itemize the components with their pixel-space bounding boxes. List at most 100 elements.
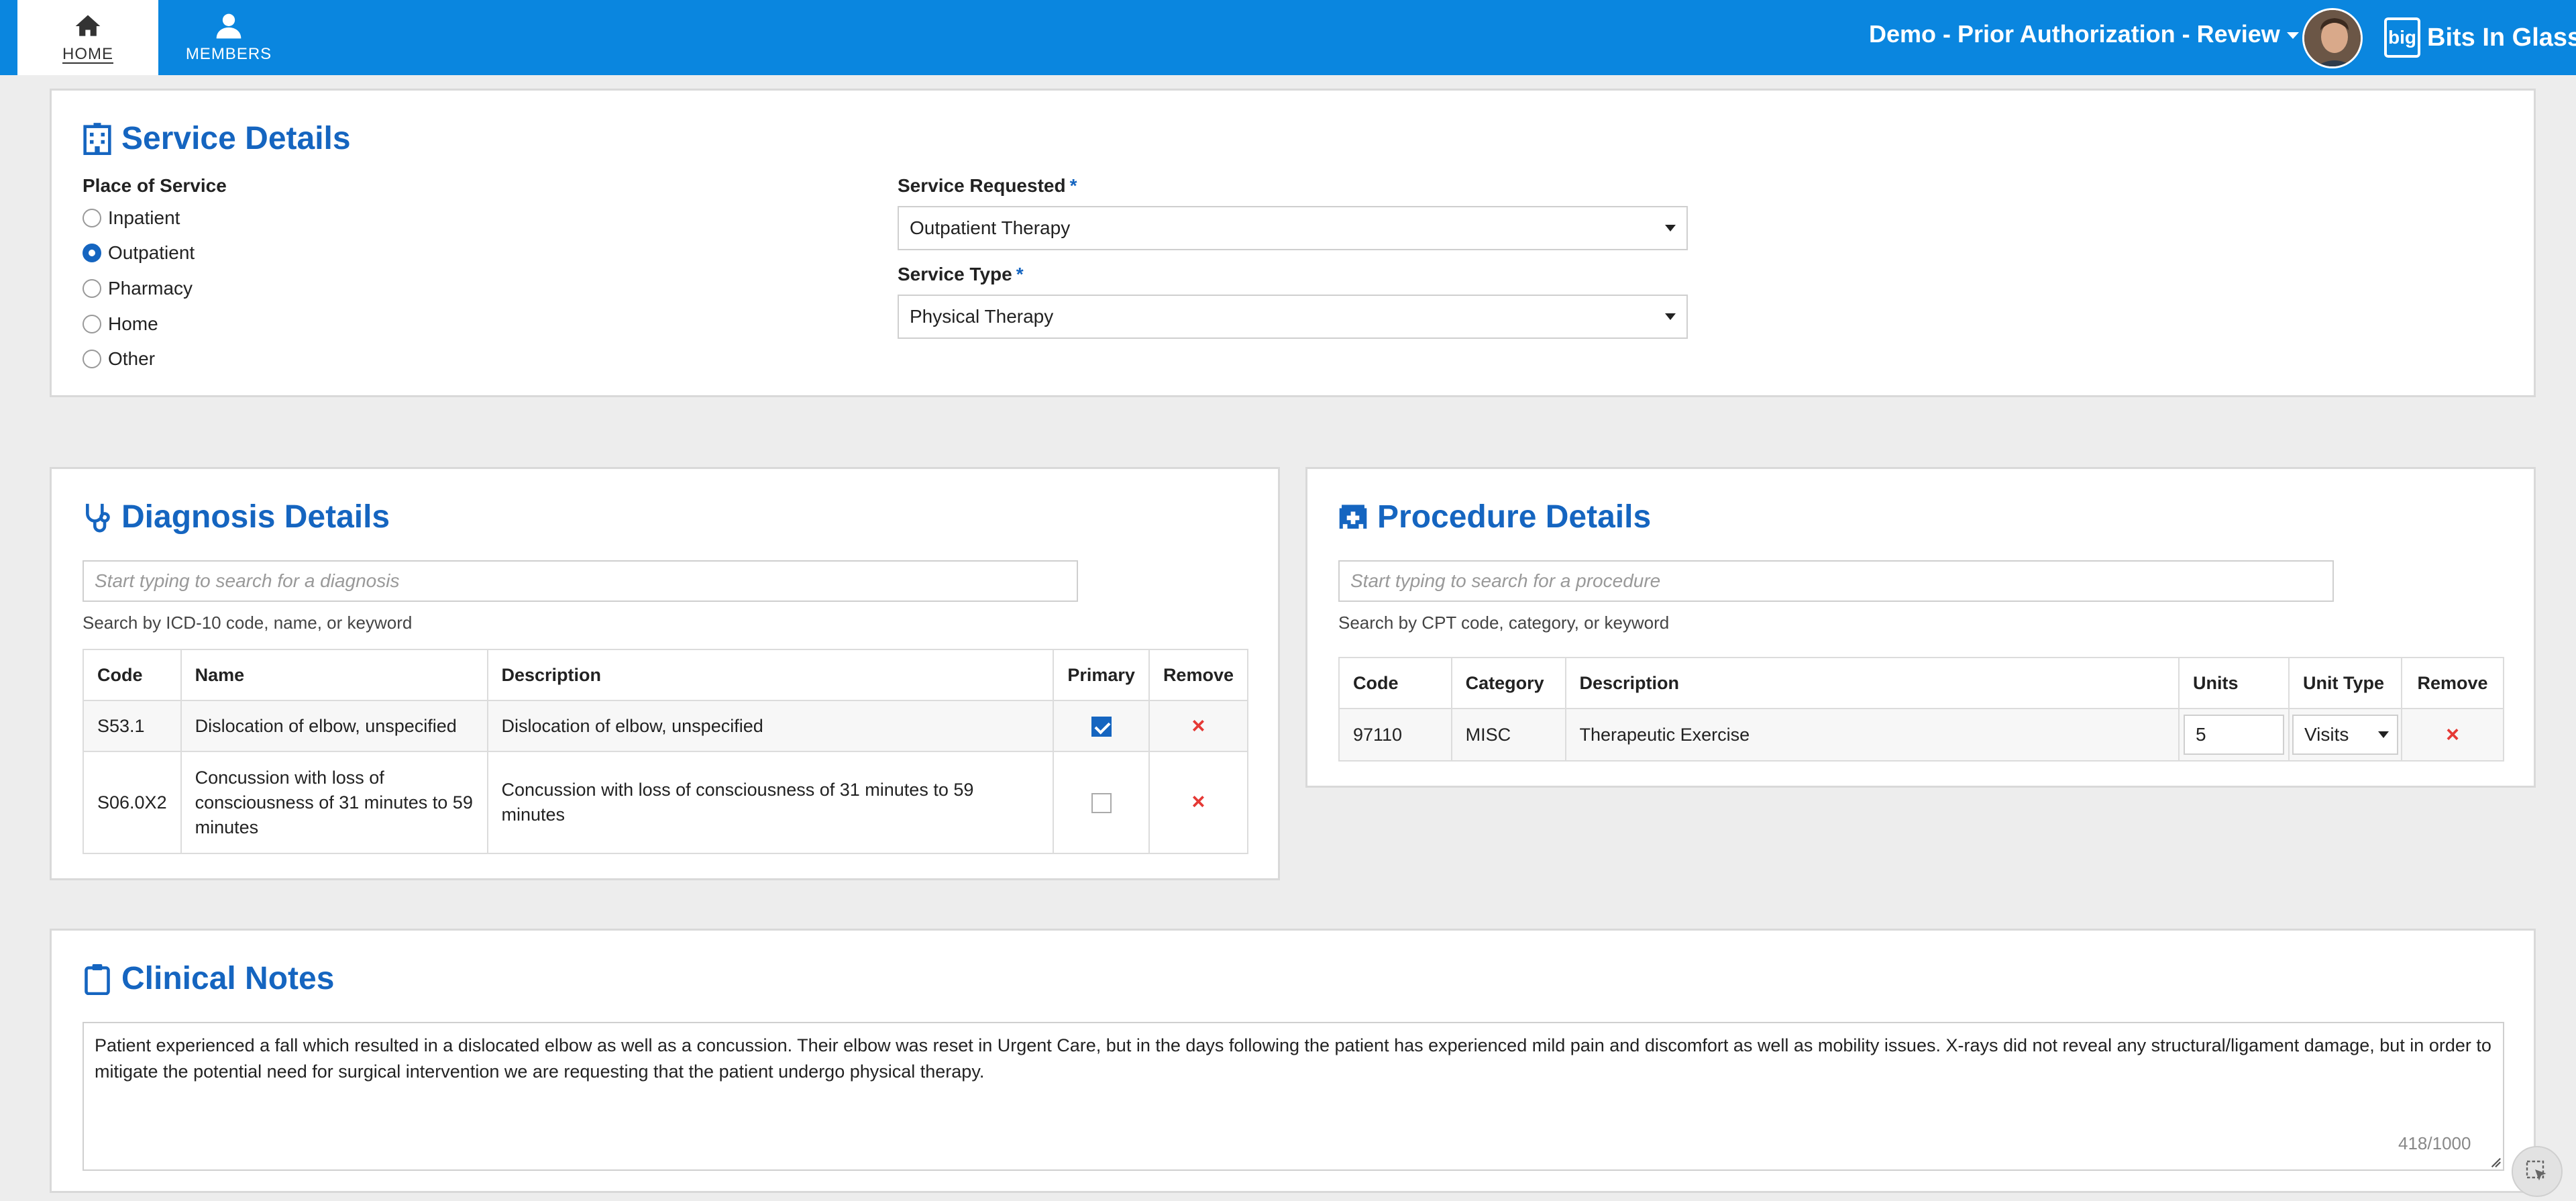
service-type-select[interactable]: Physical Therapy: [898, 295, 1688, 339]
chevron-down-icon: [1665, 313, 1676, 320]
clinical-notes-title: Clinical Notes: [121, 961, 335, 996]
service-details-heading: Service Details: [83, 120, 351, 157]
app-title: Demo - Prior Authorization - Review: [1869, 20, 2280, 48]
radio-label: Pharmacy: [108, 278, 193, 299]
column-header-remove: Remove: [2401, 657, 2504, 709]
procedure-search-input[interactable]: Start typing to search for a procedure: [1338, 560, 2334, 602]
diagnosis-name: Dislocation of elbow, unspecified: [180, 700, 488, 752]
clinical-notes-panel: Clinical Notes Patient experienced a fal…: [50, 929, 2536, 1193]
radio-button[interactable]: [83, 315, 101, 333]
hospital-building-icon: [83, 122, 111, 155]
radio-inpatient[interactable]: Inpatient: [83, 207, 180, 229]
hospital-icon: [1339, 504, 1367, 529]
column-header-code: Code: [83, 649, 182, 701]
nav-tab-home-label: HOME: [62, 45, 113, 63]
unit-type-value: Visits: [2304, 724, 2349, 745]
diagnosis-description: Dislocation of elbow, unspecified: [486, 700, 1055, 752]
remove-cell: ×: [2401, 708, 2504, 762]
diagnosis-search-hint: Search by ICD-10 code, name, or keyword: [83, 613, 413, 633]
remove-icon[interactable]: ×: [1192, 713, 1205, 739]
radio-home[interactable]: Home: [83, 313, 158, 335]
remove-cell: ×: [1148, 700, 1249, 752]
column-header-code: Code: [1338, 657, 1452, 709]
radio-button[interactable]: [83, 350, 101, 368]
remove-icon[interactable]: ×: [2446, 722, 2459, 747]
stethoscope-icon: [86, 503, 110, 532]
table-header-row: Code Category Description Units Unit Typ…: [1338, 657, 2504, 709]
user-icon: [216, 13, 241, 39]
units-input[interactable]: 5: [2184, 715, 2285, 755]
procedure-details-panel: Procedure Details Start typing to search…: [1305, 467, 2536, 788]
table-row: 97110 MISC Therapeutic Exercise 5 Visits…: [1338, 708, 2504, 762]
radio-button[interactable]: [83, 279, 101, 298]
primary-checkbox[interactable]: [1091, 793, 1112, 814]
radio-pharmacy[interactable]: Pharmacy: [83, 278, 193, 299]
clinical-notes-textarea[interactable]: Patient experienced a fall which resulte…: [83, 1022, 2504, 1171]
diagnosis-details-heading: Diagnosis Details: [83, 499, 390, 535]
diagnosis-details-panel: Diagnosis Details Start typing to search…: [50, 467, 1280, 880]
service-requested-label: Service Requested *: [898, 175, 1077, 197]
chevron-down-icon: [2286, 32, 2299, 40]
diagnosis-name: Concussion with loss of consciousness of…: [180, 751, 488, 854]
diagnosis-search-placeholder: Start typing to search for a diagnosis: [95, 570, 400, 591]
procedure-table: Code Category Description Units Unit Typ…: [1338, 657, 2504, 762]
diagnosis-code: S53.1: [83, 700, 182, 752]
radio-other[interactable]: Other: [83, 348, 155, 370]
table-header-row: Code Name Description Primary Remove: [83, 649, 1249, 701]
floating-action-button[interactable]: [2512, 1146, 2563, 1197]
app-context-menu[interactable]: Demo - Prior Authorization - Review: [1869, 20, 2299, 48]
required-marker: *: [1069, 175, 1077, 196]
character-counter: 418/1000: [2398, 1133, 2471, 1153]
brand-logo: big Bits In Glass: [2384, 17, 2576, 58]
nav-tab-home[interactable]: HOME: [17, 0, 158, 75]
nav-tab-members[interactable]: MEMBERS: [158, 0, 299, 75]
remove-icon[interactable]: ×: [1192, 789, 1205, 815]
brand-mark: big: [2384, 17, 2420, 58]
unit-type-select[interactable]: Visits: [2292, 715, 2399, 755]
radio-label: Inpatient: [108, 207, 180, 228]
column-header-units: Units: [2178, 657, 2290, 709]
service-type-label: Service Type *: [898, 264, 1024, 285]
column-header-primary: Primary: [1053, 649, 1150, 701]
units-cell: 5: [2178, 708, 2290, 762]
unit-type-cell: Visits: [2288, 708, 2403, 762]
avatar[interactable]: [2302, 8, 2363, 68]
service-details-panel: Service Details Place of Service Inpatie…: [50, 89, 2536, 397]
column-header-category: Category: [1450, 657, 1566, 709]
procedure-search-hint: Search by CPT code, category, or keyword: [1338, 613, 1670, 633]
service-type-label-text: Service Type: [898, 264, 1012, 284]
required-marker: *: [1016, 264, 1024, 284]
column-header-unit-type: Unit Type: [2288, 657, 2403, 709]
radio-label: Home: [108, 313, 158, 334]
diagnosis-code: S06.0X2: [83, 751, 182, 854]
procedure-category: MISC: [1450, 708, 1566, 762]
diagnosis-table: Code Name Description Primary Remove S53…: [83, 649, 1249, 854]
radio-outpatient[interactable]: Outpatient: [83, 242, 195, 264]
radio-button[interactable]: [83, 209, 101, 227]
procedure-details-heading: Procedure Details: [1338, 499, 1651, 535]
chevron-down-icon: [1665, 225, 1676, 231]
procedure-code: 97110: [1338, 708, 1452, 762]
top-navigation-bar: HOME MEMBERS Demo - Prior Authorization …: [0, 0, 2576, 75]
column-header-description: Description: [1564, 657, 2180, 709]
resize-handle-icon[interactable]: [2489, 1156, 2502, 1168]
place-of-service-label: Place of Service: [83, 175, 227, 196]
brand-name: Bits In Glass: [2427, 23, 2576, 52]
home-icon: [75, 15, 101, 36]
diagnosis-description: Concussion with loss of consciousness of…: [486, 751, 1055, 854]
diagnosis-search-input[interactable]: Start typing to search for a diagnosis: [83, 560, 1078, 602]
table-row: S53.1 Dislocation of elbow, unspecified …: [83, 700, 1249, 752]
clipboard-icon: [85, 963, 110, 995]
remove-cell: ×: [1148, 751, 1249, 854]
primary-checkbox[interactable]: [1091, 716, 1112, 737]
clinical-notes-heading: Clinical Notes: [83, 960, 334, 997]
primary-cell: [1053, 700, 1150, 752]
service-details-title: Service Details: [121, 121, 351, 156]
service-requested-select[interactable]: Outpatient Therapy: [898, 206, 1688, 250]
cursor-select-icon: [2526, 1160, 2546, 1181]
procedure-details-title: Procedure Details: [1377, 499, 1652, 535]
service-requested-value: Outpatient Therapy: [910, 217, 1071, 238]
procedure-description: Therapeutic Exercise: [1564, 708, 2180, 762]
radio-button-selected[interactable]: [83, 244, 101, 262]
column-header-description: Description: [486, 649, 1055, 701]
